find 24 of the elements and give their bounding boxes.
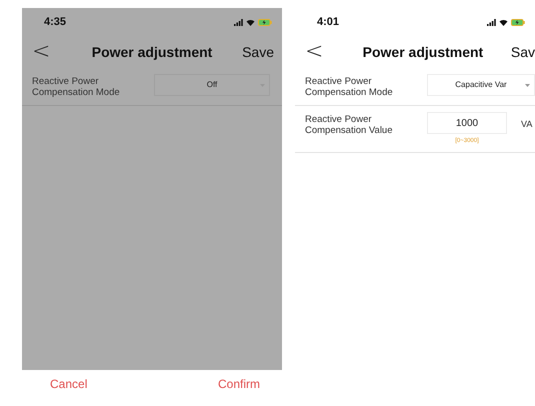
cancel-button[interactable]: Cancel: [50, 375, 88, 393]
status-time: 4:01: [317, 14, 340, 30]
page-title: Power adjustment: [90, 42, 214, 62]
mode-dropdown[interactable]: Capacitive Var: [427, 74, 535, 96]
status-time: 4:35: [44, 14, 66, 30]
field-label: Reactive Power Compensation Mode: [32, 75, 121, 99]
back-button[interactable]: <: [305, 41, 335, 63]
battery-icon: [511, 18, 525, 26]
field-label: Reactive Power Compensation Mode: [305, 75, 394, 99]
field-label: Reactive Power Compensation Value: [305, 113, 394, 137]
signal-icon: [487, 18, 496, 26]
unit-label: VA: [521, 118, 532, 131]
back-button[interactable]: <: [32, 41, 62, 63]
caret-icon: [525, 84, 530, 86]
battery-icon: [258, 18, 272, 26]
value-input[interactable]: 1000: [427, 112, 507, 134]
mode-dropdown[interactable]: Off: [154, 74, 270, 96]
save-button[interactable]: Sav: [510, 42, 535, 62]
wifi-icon: [499, 18, 508, 26]
confirm-button[interactable]: Confirm: [218, 375, 260, 393]
signal-icon: [234, 18, 243, 26]
wifi-icon: [246, 18, 255, 26]
save-button[interactable]: Save: [242, 42, 274, 62]
page-title: Power adjustment: [362, 42, 484, 62]
